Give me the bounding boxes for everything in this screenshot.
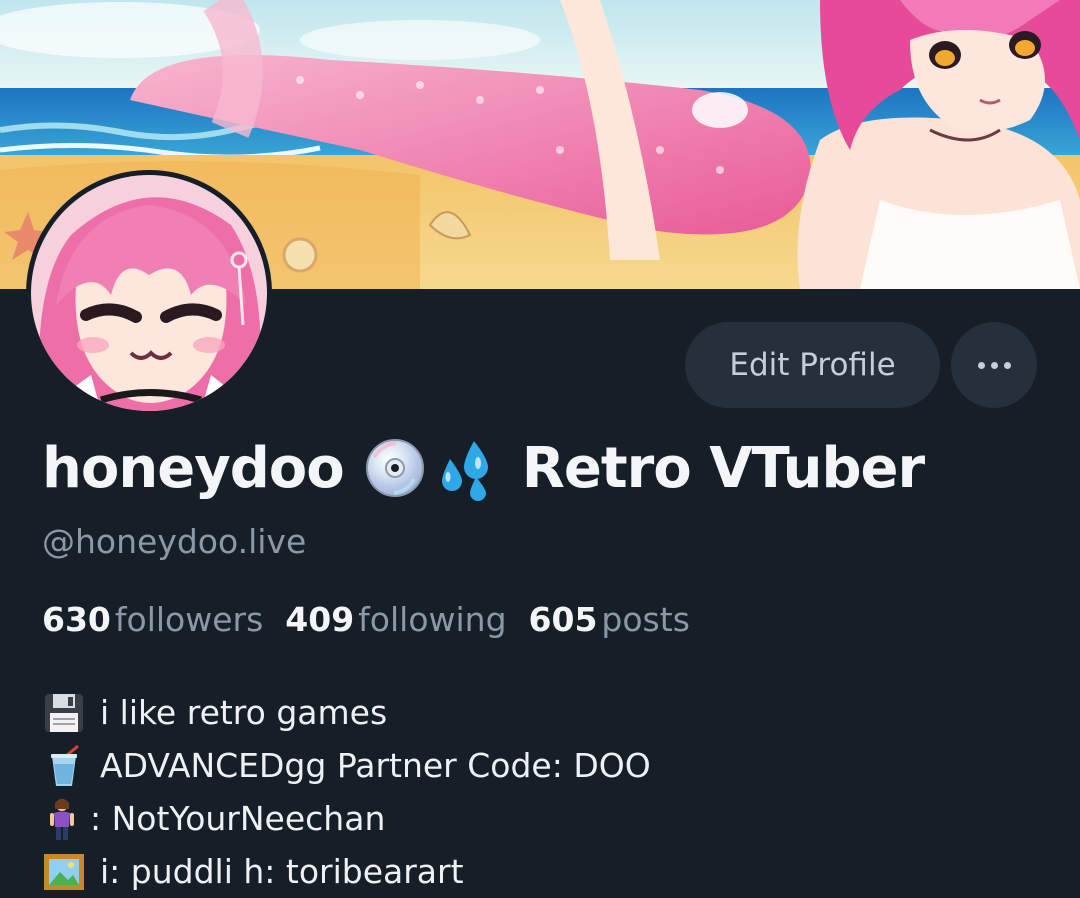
floppy-disk-icon xyxy=(42,691,86,735)
framed-picture-icon xyxy=(42,850,86,894)
avatar[interactable] xyxy=(26,170,272,416)
woman-standing-icon xyxy=(42,797,82,841)
bio-text: : NotYourNeechan xyxy=(90,799,386,838)
posts-label: posts xyxy=(601,600,690,639)
ellipsis-icon xyxy=(990,361,998,369)
following-count: 409 xyxy=(285,600,355,639)
profile-bio: i like retro games ADVANCEDgg Partner Co… xyxy=(42,686,651,898)
bio-text: ADVANCEDgg Partner Code: DOO xyxy=(100,746,651,785)
display-name-text: honeydoo xyxy=(42,435,345,501)
posts-count: 605 xyxy=(528,600,598,639)
posts-stat: 605 posts xyxy=(529,600,690,639)
bio-text: i: puddli h: toribearart xyxy=(100,852,464,891)
profile-stats: 630 followers 409 following 605 posts xyxy=(42,600,712,639)
display-name-suffix: Retro VTuber xyxy=(521,435,925,501)
bio-line: i: puddli h: toribearart xyxy=(42,845,651,898)
more-options-button[interactable] xyxy=(951,322,1037,408)
followers-label: followers xyxy=(114,600,264,639)
avatar-image xyxy=(31,175,267,411)
sweat-droplets-icon xyxy=(432,435,498,501)
bio-text: i like retro games xyxy=(100,693,388,732)
bio-line: : NotYourNeechan xyxy=(42,792,651,845)
cup-with-straw-icon xyxy=(42,744,86,788)
followers-stat[interactable]: 630 followers xyxy=(42,600,263,639)
display-name: honeydoo Retro VTuber xyxy=(42,435,925,501)
bio-line: ADVANCEDgg Partner Code: DOO xyxy=(42,739,651,792)
followers-count: 630 xyxy=(42,600,111,639)
following-label: following xyxy=(358,600,507,639)
ellipsis-icon xyxy=(1003,361,1011,369)
profile-handle[interactable]: @honeydoo.live xyxy=(42,522,306,561)
ellipsis-icon xyxy=(977,361,985,369)
edit-profile-button[interactable]: Edit Profile xyxy=(685,322,940,408)
following-stat[interactable]: 409 following xyxy=(285,600,506,639)
bio-line: i like retro games xyxy=(42,686,651,739)
cd-icon xyxy=(362,435,428,501)
